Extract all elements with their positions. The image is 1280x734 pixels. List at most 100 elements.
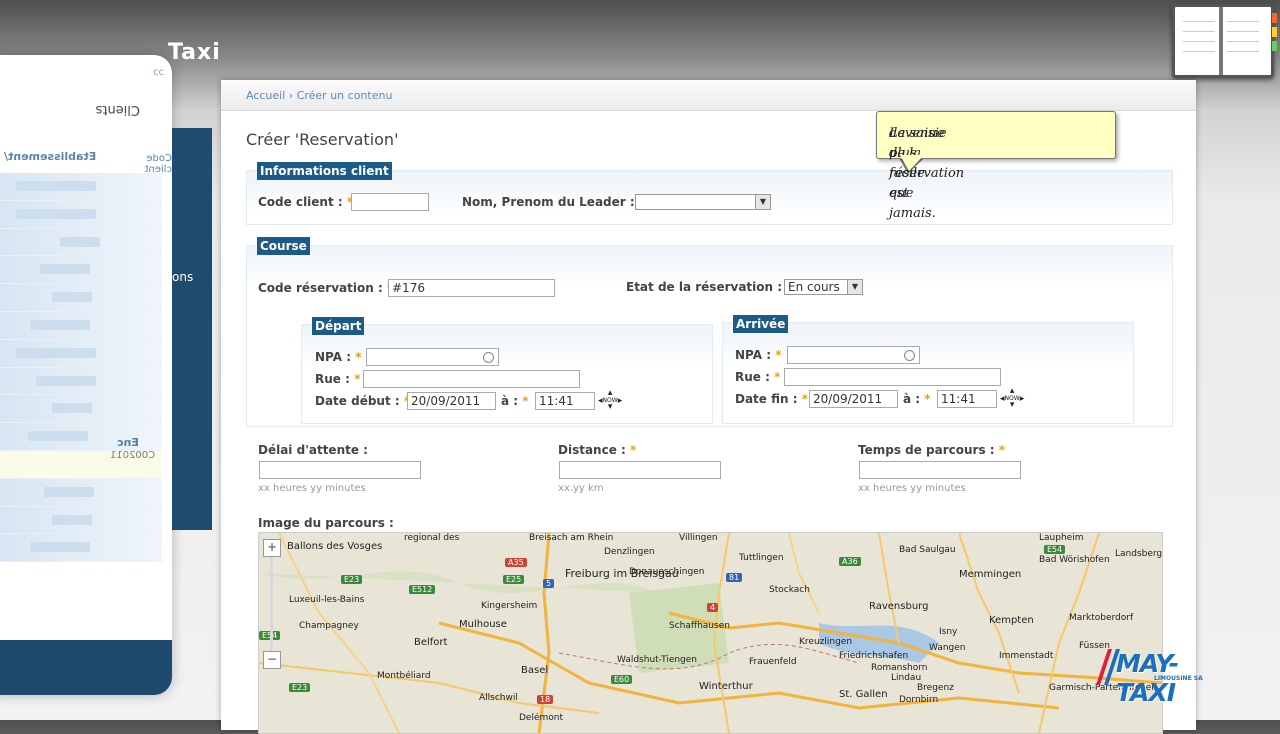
depart-npa-input[interactable] — [366, 348, 499, 366]
road-shield: 18 — [537, 695, 554, 704]
side-row — [0, 173, 162, 201]
code-client-label: Code client : * — [258, 195, 353, 209]
arrivee-legend: Arrivée — [733, 315, 789, 333]
main-content: Accueil › Créer un contenu Créer 'Reserv… — [221, 80, 1196, 734]
info-tooltip: La saisie de la réservation est devenue p… — [876, 111, 1116, 221]
map-city: Montbéliard — [377, 671, 431, 681]
map-roads — [259, 533, 1162, 733]
side-row — [0, 256, 162, 285]
code-client-input[interactable] — [351, 193, 429, 211]
route-map[interactable]: regional des Ballons des Vosges Breisach… — [258, 532, 1163, 734]
arrivee-date-input[interactable] — [809, 390, 898, 408]
client-info-legend: Informations client — [257, 162, 392, 180]
chevron-down-icon: ▼ — [847, 280, 862, 294]
arrivee-rue-input[interactable] — [784, 368, 1001, 386]
map-city: Breisach am Rhein — [529, 533, 614, 543]
road-shield: A36 — [839, 557, 861, 566]
breadcrumb-current[interactable]: Créer un contenu — [297, 89, 393, 102]
depart-date-label: Date début : * — [315, 394, 410, 408]
map-city: Champagney — [299, 621, 359, 631]
map-city: Immenstadt — [999, 651, 1054, 661]
delai-label: Délai d'attente : — [258, 443, 368, 457]
map-city: Winterthur — [699, 681, 753, 692]
breadcrumb-home[interactable]: Accueil — [246, 89, 285, 102]
map-city: Basel — [521, 665, 549, 676]
map-city: Schaffhausen — [669, 621, 730, 631]
depart-time-input[interactable] — [535, 392, 595, 410]
depart-legend: Départ — [312, 317, 365, 335]
map-city: Kempten — [989, 615, 1034, 626]
side-row — [0, 534, 162, 563]
depart-npa-label: NPA : * — [315, 350, 362, 364]
arrivee-rue-label: Rue : * — [735, 370, 781, 384]
map-city: regional des — [404, 533, 460, 543]
map-city: Kreuzlingen — [799, 637, 853, 647]
side-row — [0, 367, 162, 396]
map-city: Memmingen — [959, 569, 1022, 580]
autocomplete-indicator-icon — [483, 352, 494, 363]
zoom-slider[interactable] — [270, 557, 273, 657]
zoom-out-button[interactable]: − — [263, 651, 281, 669]
side-panel-tab: cc — [153, 67, 164, 78]
arrivee-time-stepper[interactable]: ◂▴ NOW ▾▸ — [1000, 387, 1024, 410]
map-city: Kingersheim — [481, 601, 538, 611]
map-city: Laupheim — [1039, 533, 1084, 543]
chevron-down-icon: ▼ — [755, 195, 770, 209]
arrivee-time-label: à : * — [903, 392, 931, 406]
temps-hint: xx heures yy minutes — [858, 483, 966, 494]
map-city: Landsberg am Lech — [1115, 549, 1163, 559]
distance-label: Distance : * — [558, 443, 637, 457]
arrivee-date-label: Date fin : * — [735, 392, 808, 406]
map-city: Frauenfeld — [749, 657, 797, 667]
notebook-icon[interactable] — [1172, 4, 1277, 78]
side-row — [0, 200, 162, 229]
distance-input[interactable] — [559, 461, 721, 479]
map-city: Tuttlingen — [739, 553, 784, 563]
map-city: Mulhouse — [459, 619, 507, 630]
tooltip-tail-fill — [900, 155, 924, 171]
map-city: Ballons des Vosges — [287, 541, 383, 552]
arrivee-npa-input[interactable] — [787, 346, 920, 364]
map-city: Romanshorn — [871, 663, 928, 673]
app-brand-text: Taxi — [168, 40, 221, 65]
map-city: Marktoberdorf — [1069, 613, 1134, 623]
depart-rue-input[interactable] — [363, 370, 580, 388]
map-label: Image du parcours : — [258, 516, 394, 530]
delai-input[interactable] — [259, 461, 421, 479]
side-row — [0, 506, 162, 535]
road-shield: E23 — [341, 575, 363, 584]
side-row — [0, 478, 162, 507]
course-legend: Course — [257, 237, 310, 255]
temps-label: Temps de parcours : * — [858, 443, 1006, 457]
map-city: Ravensburg — [869, 601, 929, 612]
road-shield: E23 — [289, 683, 311, 692]
breadcrumb-separator: › — [285, 89, 297, 102]
map-city: Belfort — [414, 637, 448, 648]
map-city: Waldshut-Tiengen — [617, 655, 698, 665]
side-panel-col-etablissement: Etablissement/ — [4, 150, 97, 163]
breadcrumb: Accueil › Créer un contenu — [246, 89, 392, 102]
temps-input[interactable] — [859, 461, 1021, 479]
arrivee-npa-label: NPA : * — [735, 348, 782, 362]
road-shield: A35 — [505, 558, 527, 567]
code-reservation-input[interactable] — [388, 279, 555, 297]
leader-select[interactable]: ▼ — [635, 194, 771, 210]
road-shield: 4 — [707, 603, 719, 612]
map-city: Allschwil — [479, 693, 518, 703]
map-city: Donaueschingen — [629, 567, 705, 577]
road-shield: 5 — [543, 579, 555, 588]
depart-rue-label: Rue : * — [315, 372, 361, 386]
delai-hint: xx heures yy minutes — [258, 483, 366, 494]
depart-time-stepper[interactable]: ◂▴ NOW ▾▸ — [598, 389, 622, 412]
side-row — [0, 228, 162, 257]
arrivee-time-input[interactable] — [937, 390, 997, 408]
side-row — [0, 395, 162, 424]
map-zoom-control: + − — [263, 539, 281, 729]
etat-reservation-select[interactable]: En cours ▼ — [784, 279, 863, 295]
map-city: Luxeuil-les-Bains — [289, 595, 365, 605]
depart-date-input[interactable] — [407, 392, 496, 410]
side-panel-col-code: Code client — [144, 153, 172, 175]
map-city: Friedrichshafen — [839, 651, 909, 661]
side-row-highlighted: C002011 Enc — [0, 436, 162, 479]
zoom-in-button[interactable]: + — [263, 539, 281, 557]
